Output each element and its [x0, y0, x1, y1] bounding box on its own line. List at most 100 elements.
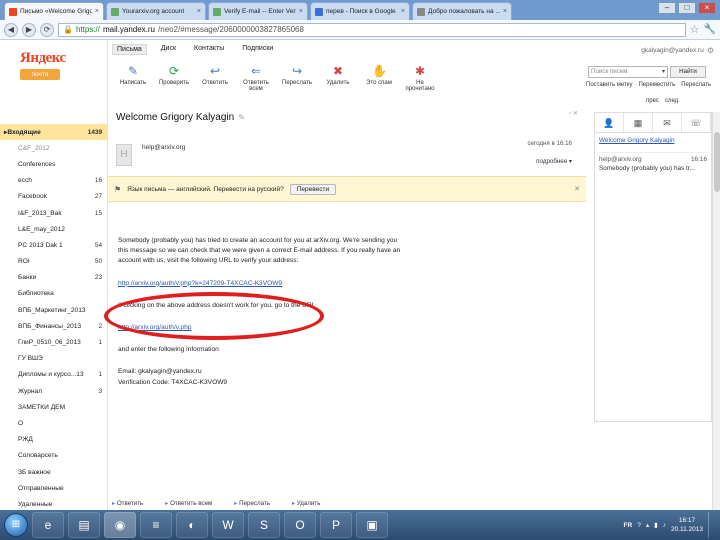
show-desktop-button[interactable] — [708, 512, 716, 538]
person-icon[interactable]: 👤 — [595, 113, 624, 132]
nav-link[interactable]: прес — [646, 98, 659, 104]
action-button[interactable]: ✱ Не прочитано — [403, 64, 437, 92]
action-button[interactable]: ⇐ Ответить всем — [239, 64, 273, 92]
maximize-button[interactable]: □ — [678, 2, 696, 14]
verify-link[interactable]: http://arxiv.org/auth/v.php?k=247209-T4X… — [118, 280, 282, 287]
wrench-icon[interactable]: 🔧 — [704, 24, 716, 35]
thread-title[interactable]: Welcome Grigory Kalyagin — [599, 137, 707, 144]
folder-item[interactable]: ГУ ВШЭ — [0, 350, 107, 367]
bottom-action-link[interactable]: Ответить всем — [165, 500, 212, 510]
folder-item[interactable]: Отправленные — [0, 480, 107, 497]
folder-item[interactable]: Банки 23 — [0, 269, 107, 286]
firefox-icon[interactable]: ◐ — [176, 512, 208, 538]
folder-item[interactable]: Библиотека — [0, 285, 107, 303]
account-menu[interactable]: gkalyagin@yandex.ru ⚙ — [641, 46, 714, 55]
browser-tab[interactable]: Yourarxiv.org account × — [106, 2, 206, 20]
phone-icon[interactable]: ☏ — [682, 113, 711, 132]
start-button[interactable]: ⊞ — [4, 513, 28, 537]
folder-item[interactable]: Дипломы и курсо...13 1 — [0, 366, 107, 383]
reload-button[interactable]: ⟳ — [40, 22, 54, 37]
language-indicator[interactable]: FR — [624, 522, 633, 529]
sender-address[interactable]: help@arxiv.org — [142, 144, 185, 151]
outlook-icon[interactable]: O — [284, 512, 316, 538]
browser-tab[interactable]: Письмо «Welcome Grigo × — [4, 2, 104, 20]
chrome-icon[interactable]: ◉ — [104, 512, 136, 538]
service-tab[interactable]: Диск — [157, 44, 180, 55]
action-button[interactable]: ↩ Ответить — [198, 64, 232, 92]
tray-arrow-icon[interactable]: ▴ — [646, 521, 649, 529]
message-link[interactable]: Переместить — [638, 82, 675, 88]
bottom-action-link[interactable]: Удалить — [292, 500, 321, 510]
message-link[interactable]: Переслать — [681, 82, 711, 88]
folder-item[interactable]: РЖД — [0, 431, 107, 448]
word-icon[interactable]: W — [212, 512, 244, 538]
folder-item[interactable]: Журнал 3 — [0, 383, 107, 400]
folder-item[interactable]: L&E_may_2012 — [0, 221, 107, 238]
folder-item[interactable]: ЗАМЕТКИ ДЕМ — [0, 399, 107, 416]
folder-item[interactable]: I&F_2013_Bak 15 — [0, 204, 107, 222]
service-tab[interactable]: Подписки — [238, 44, 277, 55]
skype-icon[interactable]: S — [248, 512, 280, 538]
folder-item[interactable]: ▸ Входящие 1439 — [0, 124, 107, 141]
powerpoint-icon[interactable]: P — [320, 512, 352, 538]
action-button[interactable]: ✖ Удалить — [321, 64, 355, 92]
volume-icon[interactable]: ♪ — [663, 522, 666, 529]
folder-item[interactable]: Соловарсеть — [0, 447, 107, 464]
folder-item[interactable]: Удаленные — [0, 496, 107, 510]
close-window-button[interactable]: × — [698, 2, 716, 14]
folder-item[interactable]: PC 2013 Dak 1 54 — [0, 237, 107, 254]
forward-button[interactable]: ▶ — [22, 22, 36, 37]
gear-icon[interactable]: ⚙ — [707, 46, 714, 55]
folder-item[interactable]: ВПБ_Маркетинг_2013 — [0, 302, 107, 319]
close-tab-icon[interactable]: × — [299, 8, 303, 15]
message-link[interactable]: Поставить метку — [586, 82, 632, 88]
browser-tab[interactable]: перев - Поиск в Google × — [310, 2, 410, 20]
search-input[interactable]: Поиск писем ▾ — [588, 66, 668, 78]
url-input[interactable]: 🔒 https://mail.yandex.ru/neo2/#message/2… — [58, 22, 686, 37]
network-icon[interactable]: ▮ — [654, 521, 658, 529]
scrollbar-thumb[interactable] — [714, 132, 720, 192]
folder-item[interactable]: C&F_2012 — [0, 140, 107, 157]
close-tab-icon[interactable]: × — [401, 8, 405, 15]
ie-icon[interactable]: e — [32, 512, 64, 538]
folder-item[interactable]: О — [0, 415, 107, 432]
folder-item[interactable]: ecch 16 — [0, 172, 107, 189]
bottom-action-link[interactable]: Переслать — [234, 500, 270, 510]
picture-icon[interactable]: ▣ — [356, 512, 388, 538]
mail-icon[interactable]: ✉ — [653, 113, 682, 132]
details-link[interactable]: подробнее ▾ — [536, 158, 572, 165]
translate-button[interactable]: Перевести — [289, 183, 337, 195]
calendar-icon[interactable]: ▦ — [624, 113, 653, 132]
action-button[interactable]: ↪ Переслать — [280, 64, 314, 92]
clock[interactable]: 16:17 20.11.2013 — [671, 516, 703, 534]
vertical-scrollbar[interactable] — [712, 112, 720, 510]
folder-icon[interactable]: ▤ — [68, 512, 100, 538]
action-button[interactable]: ✋ Это спам — [362, 64, 396, 92]
folder-item[interactable]: ROI 50 — [0, 253, 107, 270]
action-button[interactable]: ✎ Написать — [116, 64, 150, 92]
nav-link[interactable]: след. — [665, 98, 680, 104]
pin-icon[interactable]: ✎ — [238, 113, 245, 122]
minimize-button[interactable]: – — [658, 2, 676, 14]
folder-item[interactable]: Conferences — [0, 156, 107, 173]
chevron-down-icon[interactable]: ▾ — [662, 67, 665, 77]
back-button[interactable]: ◀ — [4, 22, 18, 37]
folder-item[interactable]: ВПБ_Финансы_2013 2 — [0, 318, 107, 335]
thread-preview[interactable]: Welcome Grigory Kalyagin help@arxiv.org … — [595, 133, 711, 176]
browser-tab[interactable]: Verify E-mail -- Enter Verif × — [208, 2, 308, 20]
folder-item[interactable]: ГлиР_0510_06_2013 1 — [0, 334, 107, 351]
close-tab-icon[interactable]: × — [197, 8, 201, 15]
bottom-action-link[interactable]: Ответить — [112, 500, 143, 510]
folder-item[interactable]: ЗБ важное — [0, 463, 107, 481]
notepad-icon[interactable]: ≡ — [140, 512, 172, 538]
find-button[interactable]: Найти — [670, 66, 706, 78]
folder-item[interactable]: Facebook 27 — [0, 188, 107, 205]
close-tab-icon[interactable]: × — [503, 8, 507, 15]
yandex-logo[interactable]: Яндекс почта — [20, 50, 68, 88]
action-button[interactable]: ⟳ Проверить — [157, 64, 191, 92]
close-tab-icon[interactable]: × — [95, 8, 99, 15]
bookmark-star-icon[interactable]: ☆ — [690, 23, 700, 36]
browser-tab[interactable]: Добро пожаловать на ... × — [412, 2, 512, 20]
service-tab[interactable]: Контакты — [190, 44, 228, 55]
close-icon[interactable]: ✕ — [574, 185, 580, 193]
